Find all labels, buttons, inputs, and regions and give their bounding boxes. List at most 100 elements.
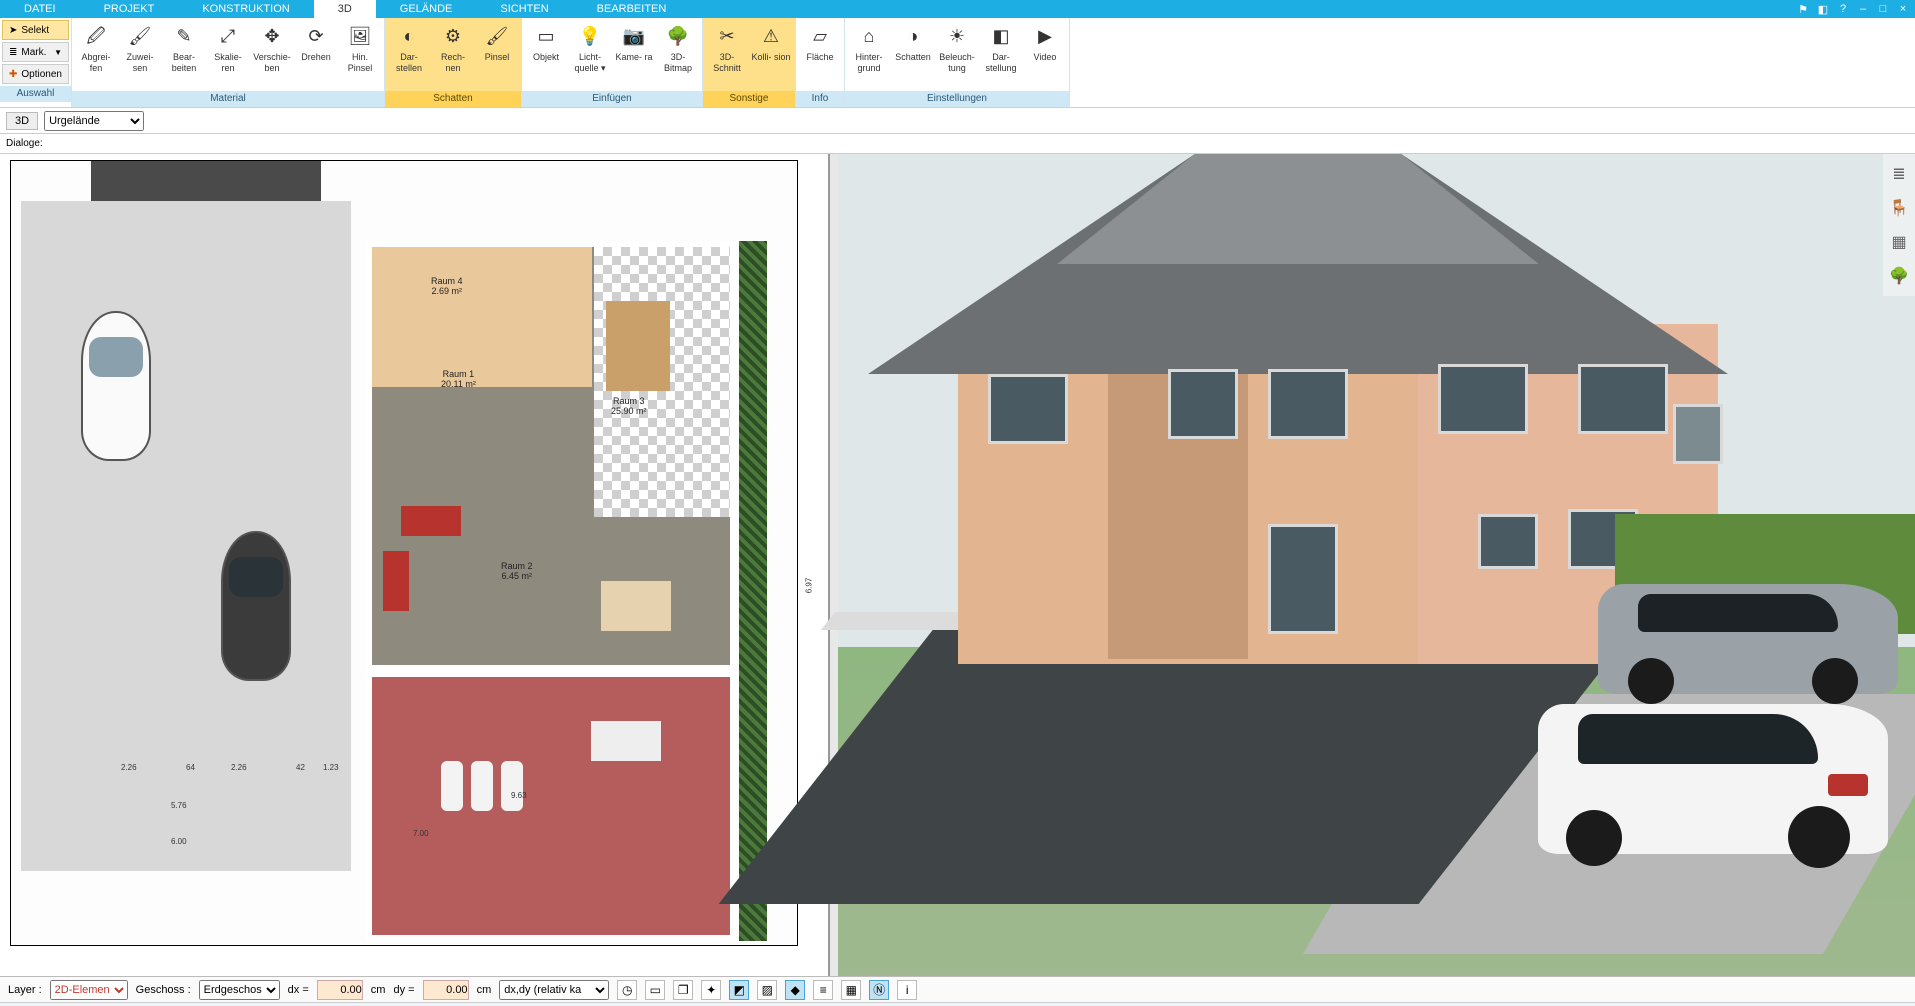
- tool-lines-icon[interactable]: ≡: [813, 980, 833, 1000]
- furn-sofa-red: [401, 506, 461, 536]
- tool-ortho-icon[interactable]: ◩: [729, 980, 749, 1000]
- btn-schatten2[interactable]: ◑Schatten: [891, 20, 935, 65]
- btn-pinsel[interactable]: 🖌Pinsel: [475, 20, 519, 65]
- view-subbar: 3D Urgelände: [0, 108, 1915, 134]
- btn-verschieben[interactable]: ✥Verschie- ben: [250, 20, 294, 76]
- status-bar: Tür HT3 L=Einbauteile G=Erdgeschoss Sele…: [0, 1002, 1915, 1006]
- group-label-info: Info: [796, 91, 844, 107]
- coord-mode-select[interactable]: dx,dy (relativ ka: [499, 980, 609, 1000]
- layers-icon[interactable]: ≣: [1887, 162, 1911, 186]
- dx-input[interactable]: [317, 980, 363, 1000]
- menu-tabs: DATEI PROJEKT KONSTRUKTION 3D GELÄNDE SI…: [0, 0, 1915, 18]
- house-3d: [838, 154, 1915, 976]
- bulb-icon: 💡: [576, 22, 604, 50]
- tool-iso-icon[interactable]: ◆: [785, 980, 805, 1000]
- palette-icon[interactable]: ▦: [1887, 230, 1911, 254]
- dim-963: 9.63: [511, 791, 527, 800]
- maximize-icon[interactable]: □: [1875, 2, 1891, 16]
- btn-kamera[interactable]: 📷Kame- ra: [612, 20, 656, 65]
- tally-icon: ≣: [9, 47, 17, 58]
- btn-skalieren[interactable]: ⤢Skalie- ren: [206, 20, 250, 76]
- btn-hinpinsel[interactable]: 🖼Hin. Pinsel: [338, 20, 382, 76]
- tool-clock-icon[interactable]: ◷: [617, 980, 637, 1000]
- ribbon-group-sonstige: ✂3D- Schnitt ⚠Kolli- sion Sonstige: [703, 18, 796, 107]
- tab-datei[interactable]: DATEI: [0, 0, 80, 18]
- cursor-icon: ➤: [9, 25, 17, 36]
- btn-lichtquelle[interactable]: 💡Licht- quelle ▾: [568, 20, 612, 76]
- tab-gelaende[interactable]: GELÄNDE: [376, 0, 477, 18]
- tab-3d[interactable]: 3D: [314, 0, 376, 18]
- terrain-dropdown[interactable]: Urgelände: [44, 111, 144, 131]
- btn-3dbitmap[interactable]: 🌳3D- Bitmap: [656, 20, 700, 76]
- calc-icon: ⚙: [439, 22, 467, 50]
- furn-armchair-red: [383, 551, 409, 611]
- dim-697: 6.97: [804, 578, 813, 594]
- shadow-show-icon: ◐: [395, 22, 423, 50]
- assign-icon: 🖌: [126, 22, 154, 50]
- geschoss-select[interactable]: Erdgeschos: [199, 980, 280, 1000]
- group-label-einfuegen: Einfügen: [522, 91, 702, 107]
- btn-hintergrund[interactable]: ⌂Hinter- grund: [847, 20, 891, 76]
- render-icon: ◧: [987, 22, 1015, 50]
- chip-selekt[interactable]: ➤Selekt: [2, 20, 69, 40]
- btn-darstellung[interactable]: ◧Dar- stellung: [979, 20, 1023, 76]
- main-split: Raum 42.69 m² Raum 120.11 m² Raum 325.90…: [0, 154, 1915, 976]
- tool-snap-icon[interactable]: ✦: [701, 980, 721, 1000]
- tool-grid2-icon[interactable]: ▦: [841, 980, 861, 1000]
- tool-hatch-icon[interactable]: ▨: [757, 980, 777, 1000]
- btn-darstellen[interactable]: ◐Dar- stellen: [387, 20, 431, 76]
- dialoge-strip: Dialoge:: [0, 134, 1915, 154]
- btn-zuweisen[interactable]: 🖌Zuwei- sen: [118, 20, 162, 76]
- tool-info-icon[interactable]: i: [897, 980, 917, 1000]
- chip-mark[interactable]: ≣Mark.▼: [2, 42, 69, 62]
- dim-42: 42: [296, 763, 305, 772]
- btn-objekt[interactable]: ▭Objekt: [524, 20, 568, 65]
- light-icon: ☀: [943, 22, 971, 50]
- dim-600: 6.00: [171, 837, 187, 846]
- ribbon-group-info: ▱Fläche Info: [796, 18, 845, 107]
- tree2-icon[interactable]: 🌳: [1887, 264, 1911, 288]
- tool-north-icon[interactable]: Ⓝ: [869, 980, 889, 1000]
- tab-sichten[interactable]: SICHTEN: [476, 0, 572, 18]
- layer-select[interactable]: 2D-Elemen: [50, 980, 128, 1000]
- tab-projekt[interactable]: PROJEKT: [80, 0, 179, 18]
- pane-2d[interactable]: Raum 42.69 m² Raum 120.11 m² Raum 325.90…: [0, 154, 830, 976]
- btn-abgreifen[interactable]: 🖉Abgrei- fen: [74, 20, 118, 76]
- btn-bearbeiten[interactable]: ✎Bear- beiten: [162, 20, 206, 76]
- chair-icon[interactable]: 🪑: [1887, 196, 1911, 220]
- pane-3d[interactable]: ≣ 🪑 ▦ 🌳: [838, 154, 1915, 976]
- room1-label: Raum 120.11 m²: [441, 369, 476, 389]
- minimize-icon[interactable]: –: [1855, 2, 1871, 16]
- play-icon: ▶: [1031, 22, 1059, 50]
- btn-beleuchtung[interactable]: ☀Beleuch- tung: [935, 20, 979, 76]
- dim-226b: 2.26: [231, 763, 247, 772]
- tab-bearbeiten[interactable]: BEARBEITEN: [573, 0, 691, 18]
- btn-kollision[interactable]: ⚠Kolli- sion: [749, 20, 793, 65]
- btn-rechnen[interactable]: ⚙Rech- nen: [431, 20, 475, 76]
- plan-car-white: [81, 311, 151, 461]
- group-label-einstellungen: Einstellungen: [845, 91, 1069, 107]
- dy-input[interactable]: [423, 980, 469, 1000]
- chip-optionen[interactable]: ✚Optionen: [2, 64, 69, 84]
- btn-3dschnitt[interactable]: ✂3D- Schnitt: [705, 20, 749, 76]
- furn-table: [601, 581, 671, 631]
- btn-drehen[interactable]: ⟳Drehen: [294, 20, 338, 65]
- view-tag-3d[interactable]: 3D: [6, 112, 38, 130]
- brush-icon: 🖼: [346, 22, 374, 50]
- tree-icon: 🌳: [664, 22, 692, 50]
- close-icon[interactable]: ×: [1895, 2, 1911, 16]
- grid-icon[interactable]: ◧: [1815, 2, 1831, 16]
- help-icon[interactable]: ?: [1835, 2, 1851, 16]
- floor-plan: Raum 42.69 m² Raum 120.11 m² Raum 325.90…: [10, 160, 798, 946]
- flag-icon[interactable]: ⚑: [1795, 2, 1811, 16]
- furn-lounger1: [441, 761, 463, 811]
- car3d-grey: [1598, 584, 1898, 694]
- tool-stack-icon[interactable]: ❐: [673, 980, 693, 1000]
- tool-screen-icon[interactable]: ▭: [645, 980, 665, 1000]
- titlebar-controls: ⚑ ◧ ? – □ ×: [1795, 0, 1915, 18]
- background-icon: ⌂: [855, 22, 883, 50]
- btn-video[interactable]: ▶Video: [1023, 20, 1067, 65]
- tab-konstruktion[interactable]: KONSTRUKTION: [178, 0, 313, 18]
- btn-flaeche[interactable]: ▱Fläche: [798, 20, 842, 65]
- dx-label: dx =: [288, 984, 309, 996]
